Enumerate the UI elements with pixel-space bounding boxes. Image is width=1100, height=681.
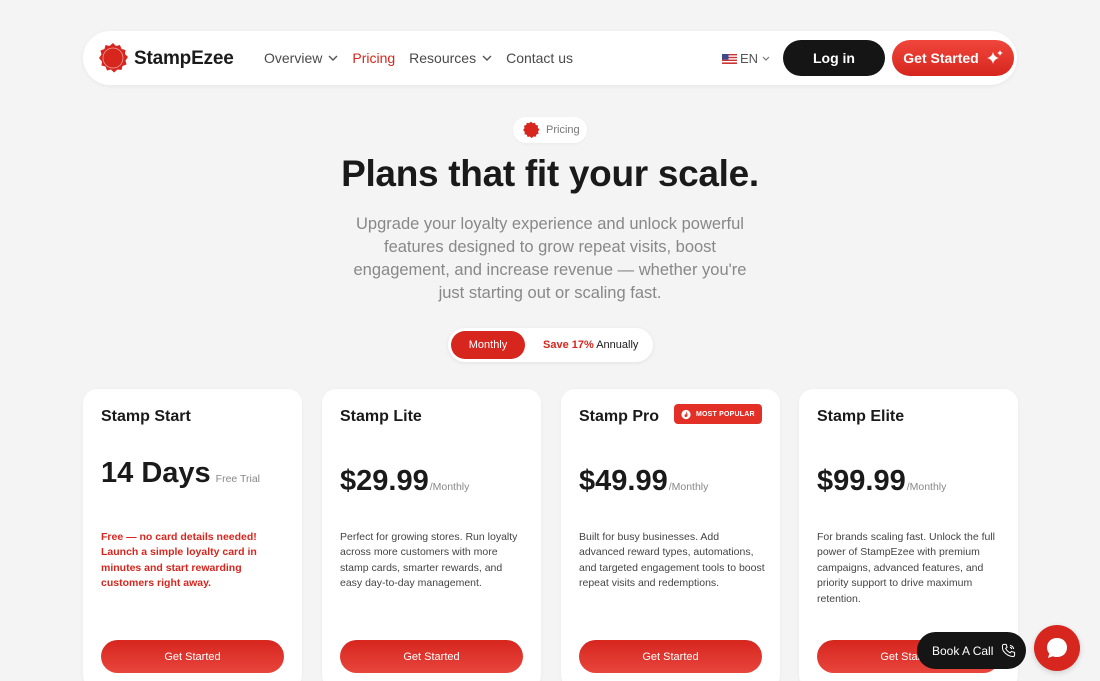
plan-price: $49.99 /Monthly — [579, 465, 708, 498]
chevron-down-icon — [482, 55, 492, 61]
menu-item-label: Pricing — [352, 50, 396, 66]
menu-item-label: Overview — [264, 50, 323, 66]
plan-price-period: /Monthly — [906, 481, 947, 493]
phone-icon — [1002, 643, 1016, 658]
plan-price: $99.99 /Monthly — [817, 465, 946, 498]
main-menu: Overview Pricing Resources Contact us — [264, 50, 587, 66]
plan-card-pro: Stamp Pro MOST POPULAR $49.99 /Monthly B… — [561, 389, 780, 681]
plan-name: Stamp Lite — [340, 408, 422, 425]
plan-card-lite: Stamp Lite $29.99 /Monthly Perfect for g… — [322, 389, 541, 681]
language-label: EN — [740, 51, 759, 66]
annual-option[interactable]: Save 17% Annually — [543, 339, 638, 351]
plan-price-period: /Monthly — [668, 481, 709, 493]
section-pill-label: Pricing — [546, 124, 580, 136]
fire-icon — [681, 409, 691, 419]
plan-name: Stamp Pro — [579, 408, 660, 425]
plan-price-value: 14 Days — [101, 457, 211, 489]
most-popular-badge: MOST POPULAR — [674, 404, 762, 424]
plan-price-value: $99.99 — [817, 465, 906, 497]
login-button[interactable]: Log in — [783, 40, 885, 76]
language-selector[interactable]: EN — [722, 51, 770, 66]
plan-price-period: /Monthly — [429, 481, 470, 493]
annual-label: Annually — [596, 339, 639, 351]
brand-name[interactable]: StampEzee — [134, 48, 234, 70]
plan-card-start: Stamp Start 14 Days Free Trial Free — no… — [83, 389, 302, 681]
monthly-option[interactable]: Monthly — [451, 331, 525, 359]
chat-bubble-icon — [1047, 638, 1067, 658]
seal-logo-icon — [523, 121, 540, 139]
plan-get-started-button[interactable]: Get Started — [340, 640, 523, 673]
badge-label: MOST POPULAR — [696, 410, 755, 418]
plan-price-period: Free Trial — [215, 473, 260, 485]
annual-save-label: Save 17% — [543, 339, 594, 351]
book-call-label: Book A Call — [932, 643, 994, 658]
plan-description: Built for busy businesses. Add advanced … — [579, 531, 765, 590]
plan-get-started-button[interactable]: Get Started — [579, 640, 762, 673]
plan-description: For brands scaling fast. Unlock the full… — [817, 531, 995, 605]
menu-item-contact[interactable]: Contact us — [506, 50, 573, 66]
menu-item-pricing[interactable]: Pricing — [352, 50, 395, 66]
chevron-down-icon — [762, 56, 770, 61]
top-navbar: StampEzee Overview Pricing Resources Con… — [83, 31, 1017, 85]
sparkle-icon — [986, 50, 1003, 64]
plan-price: 14 Days Free Trial — [101, 457, 260, 490]
section-pill: Pricing — [513, 117, 587, 143]
get-started-label: Get Started — [903, 50, 979, 66]
plan-get-started-button[interactable]: Get Started — [101, 640, 284, 673]
billing-toggle: Monthly Save 17% Annually — [448, 328, 653, 362]
plan-name: Stamp Elite — [817, 408, 905, 425]
menu-item-label: Resources — [409, 50, 477, 66]
get-started-button[interactable]: Get Started — [892, 40, 1014, 76]
page-title: Plans that fit your scale. — [341, 153, 759, 194]
chat-button[interactable] — [1034, 625, 1080, 671]
plan-description: Free — no card details needed! Launch a … — [101, 531, 257, 590]
menu-item-overview[interactable]: Overview — [264, 50, 338, 66]
plan-price-value: $49.99 — [579, 465, 668, 497]
book-call-button[interactable]: Book A Call — [917, 632, 1026, 669]
plan-description: Perfect for growing stores. Run loyalty … — [340, 531, 518, 590]
plan-name: Stamp Start — [101, 408, 191, 425]
us-flag-icon — [722, 53, 737, 64]
plan-price: $29.99 /Monthly — [340, 465, 469, 498]
menu-item-label: Contact us — [506, 50, 574, 66]
chevron-down-icon — [328, 55, 338, 61]
page-subtitle: Upgrade your loyalty experience and unlo… — [353, 215, 747, 302]
menu-item-resources[interactable]: Resources — [409, 50, 492, 66]
seal-logo-icon[interactable] — [97, 42, 129, 74]
plan-price-value: $29.99 — [340, 465, 429, 497]
